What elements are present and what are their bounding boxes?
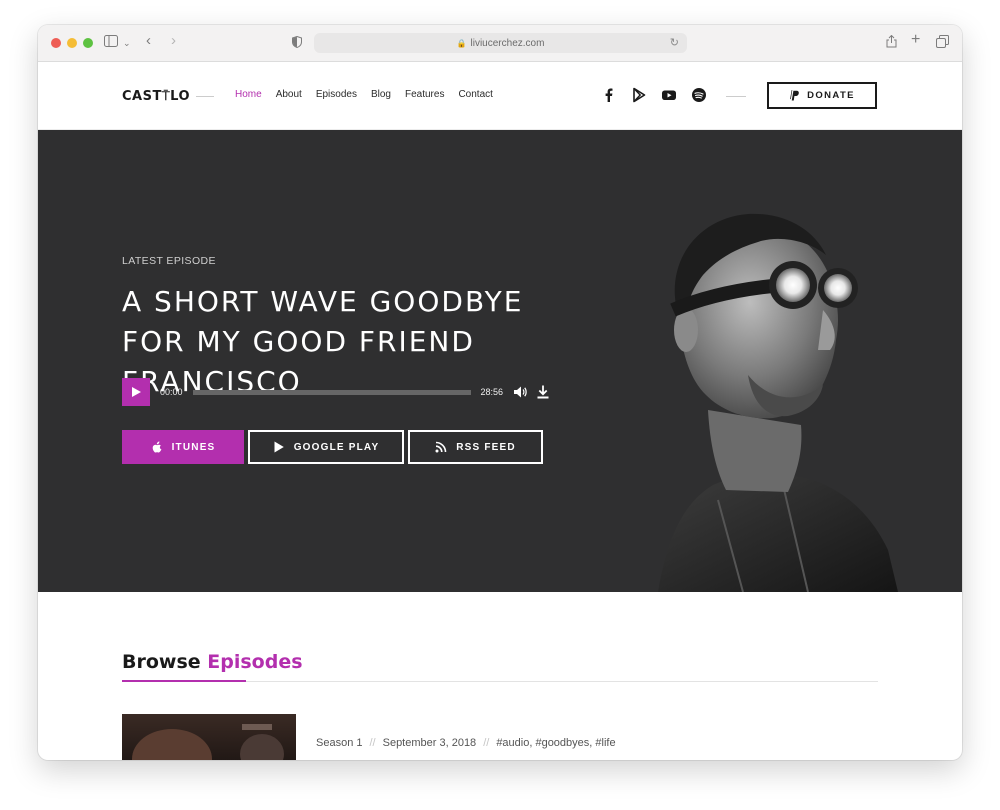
apple-icon bbox=[152, 441, 161, 453]
lock-icon: 🔒 bbox=[456, 38, 467, 48]
paypal-icon bbox=[790, 90, 799, 101]
episode-season[interactable]: Season 1 bbox=[316, 737, 362, 749]
sidebar-toggle-icon[interactable] bbox=[104, 35, 118, 51]
nav-item-about[interactable]: About bbox=[276, 89, 302, 100]
google-play-button[interactable]: GOOGLE PLAY bbox=[248, 430, 404, 464]
download-icon[interactable] bbox=[537, 385, 549, 399]
nav-item-contact[interactable]: Contact bbox=[458, 89, 492, 100]
browse-episodes-heading: Browse Episodes bbox=[122, 651, 303, 673]
episode-tags[interactable]: #audio, #goodbyes, #life bbox=[496, 737, 615, 749]
nav-item-episodes[interactable]: Episodes bbox=[316, 89, 357, 100]
duration: 28:56 bbox=[480, 387, 504, 397]
browser-window: ⌄ ‹ › 🔒 liviucerchez.com ↻ + CAST⍑LO Hom… bbox=[38, 25, 962, 760]
hero-kicker: LATEST EPISODE bbox=[122, 255, 216, 267]
episode-meta: Season 1 // September 3, 2018 // #audio,… bbox=[316, 737, 616, 749]
volume-icon[interactable] bbox=[513, 385, 527, 399]
address-bar[interactable]: 🔒 liviucerchez.com ↻ bbox=[314, 33, 687, 53]
rss-feed-label: RSS FEED bbox=[456, 441, 516, 453]
nav-item-features[interactable]: Features bbox=[405, 89, 444, 100]
hero-latest-episode: LATEST EPISODE A SHORT WAVE GOODBYE FOR … bbox=[38, 130, 962, 592]
browse-heading-plain: Browse bbox=[122, 651, 201, 673]
new-tab-icon[interactable]: + bbox=[911, 32, 920, 48]
subscribe-buttons: ITUNES GOOGLE PLAY RSS FEED bbox=[122, 430, 543, 464]
main-nav: Home About Episodes Blog Features Contac… bbox=[235, 89, 493, 100]
back-icon[interactable]: ‹ bbox=[146, 33, 151, 49]
google-play-icon[interactable] bbox=[631, 87, 647, 103]
spotify-icon[interactable] bbox=[691, 87, 707, 103]
progress-bar[interactable] bbox=[192, 389, 471, 395]
itunes-button[interactable]: ITUNES bbox=[122, 430, 244, 464]
episode-thumbnail[interactable] bbox=[122, 714, 296, 760]
browse-heading-accent: Episodes bbox=[207, 651, 303, 673]
heading-underline bbox=[122, 680, 246, 682]
current-time: 00:00 bbox=[160, 387, 183, 397]
audio-player: 00:00 28:56 bbox=[122, 378, 552, 406]
meta-separator: // bbox=[483, 737, 490, 749]
facebook-icon[interactable] bbox=[601, 87, 617, 103]
google-play-icon bbox=[274, 441, 284, 453]
rss-feed-button[interactable]: RSS FEED bbox=[408, 430, 543, 464]
forward-icon[interactable]: › bbox=[171, 33, 176, 49]
meta-separator: // bbox=[369, 737, 376, 749]
browser-toolbar: ⌄ ‹ › 🔒 liviucerchez.com ↻ + bbox=[38, 25, 962, 62]
host-portrait-image bbox=[658, 213, 898, 592]
play-icon bbox=[131, 387, 141, 397]
social-links bbox=[601, 87, 707, 103]
google-play-label: GOOGLE PLAY bbox=[293, 441, 380, 453]
minimize-window-button[interactable] bbox=[67, 38, 77, 48]
close-window-button[interactable] bbox=[51, 38, 61, 48]
episode-date: September 3, 2018 bbox=[382, 737, 477, 749]
divider bbox=[726, 96, 746, 97]
site-logo[interactable]: CAST⍑LO bbox=[122, 89, 190, 104]
play-button[interactable] bbox=[122, 378, 150, 406]
donate-label: DONATE bbox=[807, 90, 855, 101]
nav-item-blog[interactable]: Blog bbox=[371, 89, 391, 100]
rss-icon bbox=[435, 441, 447, 453]
url-text: liviucerchez.com bbox=[470, 37, 545, 49]
itunes-label: ITUNES bbox=[171, 441, 216, 453]
maximize-window-button[interactable] bbox=[83, 38, 93, 48]
chevron-down-icon[interactable]: ⌄ bbox=[123, 35, 131, 51]
reload-icon[interactable]: ↻ bbox=[670, 36, 679, 49]
nav-item-home[interactable]: Home bbox=[235, 89, 262, 100]
youtube-icon[interactable] bbox=[661, 87, 677, 103]
episode-thumbnail-image bbox=[132, 724, 284, 760]
shield-icon[interactable] bbox=[292, 35, 302, 52]
share-icon[interactable] bbox=[886, 34, 897, 52]
site-header: CAST⍑LO Home About Episodes Blog Feature… bbox=[38, 62, 962, 130]
tab-overview-icon[interactable] bbox=[936, 35, 949, 52]
traffic-lights bbox=[51, 38, 93, 48]
donate-button[interactable]: DONATE bbox=[767, 82, 877, 109]
divider bbox=[196, 96, 214, 97]
